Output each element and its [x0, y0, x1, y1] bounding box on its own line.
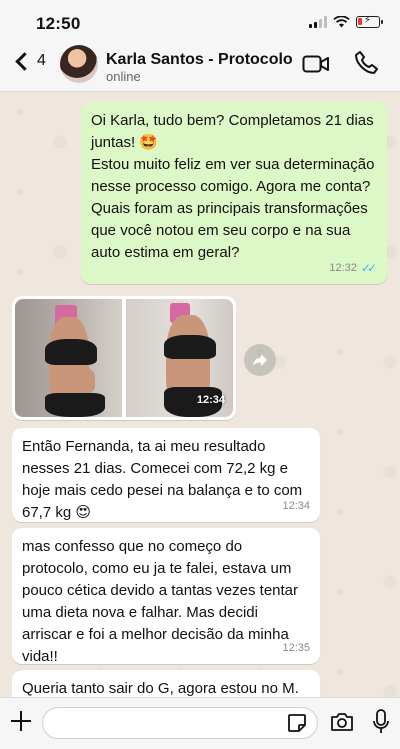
charging-bolt-icon: ⚡ — [364, 15, 372, 26]
message-text: Oi Karla, tudo bem? Completamos 21 dias … — [91, 112, 375, 261]
camera-icon[interactable] — [330, 711, 354, 733]
message-input[interactable] — [42, 707, 318, 739]
chat-area[interactable]: Oi Karla, tudo bem? Completamos 21 dias … — [0, 92, 400, 697]
cellular-signal-icon — [309, 16, 327, 28]
photo-time: 12:34 — [196, 394, 225, 406]
battery-level — [358, 18, 362, 25]
message-meta: 12:35 — [282, 637, 310, 659]
message-time: 12:32 — [329, 262, 357, 274]
microphone-icon[interactable] — [372, 709, 390, 735]
video-call-icon[interactable] — [302, 54, 330, 74]
battery-icon: ⚡ — [356, 15, 383, 28]
photo-before — [15, 299, 122, 417]
chat-header: 4 Karla Santos - Protocolo online — [0, 44, 400, 92]
message-text: Então Fernanda, ta ai meu resultado ness… — [22, 438, 303, 521]
plus-icon[interactable] — [10, 710, 32, 732]
unread-count: 4 — [37, 52, 46, 69]
contact-status: online — [106, 69, 141, 84]
forward-button[interactable] — [244, 344, 276, 376]
photo-collage[interactable]: 12:34 — [15, 299, 233, 417]
message-meta: 12:34 — [282, 495, 310, 517]
phone-call-icon[interactable] — [354, 50, 378, 76]
contact-avatar[interactable] — [60, 45, 98, 83]
status-icons: ⚡ — [309, 15, 383, 28]
back-button[interactable]: 4 — [12, 51, 46, 71]
message-text: Queria tanto sair do G, agora estou no M… — [22, 680, 299, 697]
message-time: 12:34 — [282, 500, 310, 512]
message-incoming[interactable]: mas confesso que no começo do protocolo,… — [12, 528, 320, 665]
forward-icon — [253, 354, 267, 366]
sticker-icon[interactable] — [287, 713, 307, 733]
message-text: mas confesso que no começo do protocolo,… — [22, 538, 299, 665]
input-bar — [0, 697, 400, 749]
read-receipt-icon: ✓✓ — [360, 261, 377, 275]
wifi-icon — [333, 16, 350, 28]
status-bar: 12:50 ⚡ — [0, 0, 400, 44]
message-incoming[interactable]: Queria tanto sair do G, agora estou no M… — [12, 670, 320, 697]
back-chevron-icon — [15, 51, 34, 71]
contact-name[interactable]: Karla Santos - Protocolo — [106, 51, 293, 69]
message-meta: 12:32 ✓✓ — [329, 257, 377, 279]
message-time: 12:35 — [282, 642, 310, 654]
message-photo[interactable]: 12:34 — [12, 296, 236, 420]
message-outgoing[interactable]: Oi Karla, tudo bem? Completamos 21 dias … — [81, 102, 387, 284]
status-time: 12:50 — [36, 14, 81, 33]
message-incoming[interactable]: Então Fernanda, ta ai meu resultado ness… — [12, 428, 320, 522]
